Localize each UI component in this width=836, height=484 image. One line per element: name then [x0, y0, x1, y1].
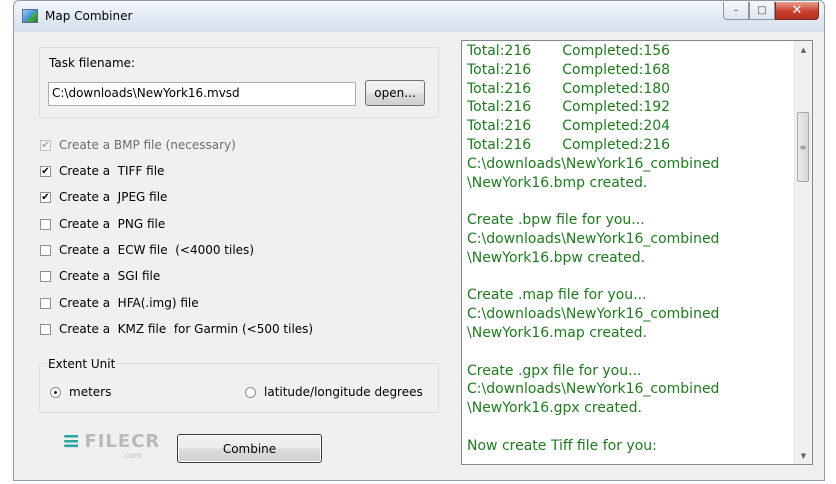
- filecr-logo-icon: ≡: [62, 429, 81, 454]
- log-lines: Total:216 Completed:156 Total:216 Complet…: [467, 42, 792, 456]
- task-filename-input[interactable]: C:\downloads\NewYork16.mvsd: [48, 82, 356, 106]
- watermark-text: FILECR: [84, 431, 161, 452]
- option-row[interactable]: ✔ Create a JPEG file: [40, 190, 167, 204]
- log-line: C:\downloads\NewYork16_combined: [467, 230, 720, 247]
- log-line: C:\downloads\NewYork16_combined: [467, 381, 720, 398]
- open-button[interactable]: open...: [365, 80, 425, 106]
- combine-button[interactable]: Combine: [177, 434, 322, 463]
- maximize-icon: □: [757, 5, 767, 16]
- option-row[interactable]: Create a ECW file (<4000 tiles): [40, 243, 254, 257]
- latlon-label: latitude/longitude degrees: [264, 385, 423, 399]
- log-line: \NewYork16.bpw created.: [467, 249, 646, 266]
- meters-radio-indicator[interactable]: [50, 386, 61, 398]
- log-line: Create .gpx file for you...: [467, 362, 642, 379]
- latlon-radio-indicator[interactable]: [245, 386, 256, 398]
- log-line: \NewYork16.bmp created.: [467, 174, 648, 191]
- meters-radio[interactable]: meters: [50, 385, 111, 399]
- map-combiner-window: Map Combiner – □ ✕ Task filename: C:\dow…: [13, 0, 825, 481]
- close-button[interactable]: ✕: [775, 2, 819, 20]
- watermark-sub: .com: [122, 451, 142, 460]
- log-line: C:\downloads\NewYork16_combined: [467, 155, 720, 172]
- log-line: Total:216 Completed:216: [467, 136, 671, 153]
- app-map-icon: [22, 9, 38, 23]
- log-output[interactable]: Total:216 Completed:156 Total:216 Complet…: [461, 40, 813, 465]
- window-title: Map Combiner: [45, 9, 133, 23]
- option-row[interactable]: Create a HFA(.img) file: [40, 296, 199, 310]
- checkbox[interactable]: [40, 244, 51, 256]
- checkbox[interactable]: [40, 297, 51, 309]
- title-bar[interactable]: Map Combiner – □ ✕: [14, 1, 824, 32]
- checkbox[interactable]: [40, 270, 51, 282]
- log-line: Total:216 Completed:156: [467, 43, 671, 59]
- meters-label: meters: [69, 385, 112, 399]
- log-line: Create .map file for you...: [467, 287, 647, 304]
- log-line: \NewYork16.map created.: [467, 324, 647, 341]
- log-line: Total:216 Completed:192: [467, 99, 671, 116]
- checkbox[interactable]: [40, 218, 51, 230]
- option-label: Create a ECW file (<4000 tiles): [59, 243, 254, 257]
- filecr-watermark: ≡ FILECR .com: [62, 429, 161, 460]
- option-label: Create a BMP file (necessary): [59, 138, 236, 152]
- maximize-button[interactable]: □: [749, 2, 775, 20]
- log-line: Total:216 Completed:180: [467, 80, 671, 97]
- extent-unit-label: Extent Unit: [46, 357, 118, 371]
- option-label: Create a JPEG file: [59, 190, 168, 204]
- client-area: Task filename: C:\downloads\NewYork16.mv…: [20, 32, 818, 474]
- scroll-down-icon[interactable]: ▼: [795, 447, 812, 464]
- latlon-radio[interactable]: latitude/longitude degrees: [245, 385, 423, 399]
- option-row[interactable]: Create a SGI file: [40, 269, 160, 283]
- window-controls: – □ ✕: [723, 2, 819, 22]
- scroll-thumb[interactable]: ≡: [797, 112, 809, 182]
- option-row[interactable]: Create a KMZ file for Garmin (<500 tiles…: [40, 322, 313, 336]
- checkbox-checked[interactable]: ✔: [40, 165, 51, 177]
- log-line: \NewYork16.gpx created.: [467, 400, 642, 417]
- option-label: Create a HFA(.img) file: [59, 296, 199, 310]
- log-line: Now create Tiff file for you:: [467, 437, 657, 454]
- option-label: Create a PNG file: [59, 217, 166, 231]
- log-line: C:\downloads\NewYork16_combined: [467, 306, 720, 323]
- log-line: Total:216 Completed:168: [467, 61, 671, 78]
- option-label: Create a KMZ file for Garmin (<500 tiles…: [59, 322, 314, 336]
- option-label: Create a TIFF file: [59, 164, 165, 178]
- option-row: ✔ Create a BMP file (necessary): [40, 138, 236, 152]
- task-filename-label: Task filename:: [49, 56, 136, 70]
- log-scrollbar[interactable]: ▲ ≡ ▼: [794, 41, 812, 464]
- checkbox[interactable]: [40, 323, 51, 335]
- scroll-up-icon[interactable]: ▲: [795, 41, 812, 58]
- log-line: Total:216 Completed:204: [467, 118, 671, 135]
- minimize-icon: –: [733, 5, 739, 16]
- option-row[interactable]: ✔ Create a TIFF file: [40, 164, 164, 178]
- option-row[interactable]: Create a PNG file: [40, 217, 165, 231]
- minimize-button[interactable]: –: [723, 2, 749, 20]
- log-line: Create .bpw file for you...: [467, 212, 645, 229]
- checkbox-checked: ✔: [40, 139, 51, 151]
- checkbox-checked[interactable]: ✔: [40, 191, 51, 203]
- close-icon: ✕: [791, 3, 803, 18]
- option-label: Create a SGI file: [59, 269, 161, 283]
